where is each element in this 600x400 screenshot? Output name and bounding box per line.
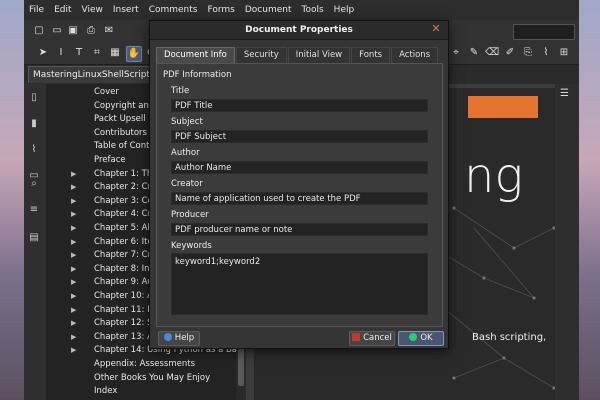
new-document-icon[interactable]: ▢ <box>32 24 46 38</box>
ok-button[interactable]: OK <box>398 331 444 346</box>
bookmark-item[interactable]: Other Books You May Enjoy <box>46 372 236 385</box>
menu-bar: File Edit View Insert Comments Forms Doc… <box>24 0 579 20</box>
expand-arrow-icon[interactable]: ▶ <box>71 317 76 330</box>
side-panel-strip: ▯ ▮ ⌇ ▭ ⌕ ≡ ▤ <box>24 84 47 400</box>
select-arrow-icon[interactable]: ➤ <box>36 46 50 60</box>
tab-initial-view[interactable]: Initial View <box>287 47 351 63</box>
bookmark-label: Preface <box>94 155 126 165</box>
eraser-icon[interactable]: ⌫ <box>485 46 499 60</box>
help-icon <box>163 333 172 341</box>
pen-icon[interactable]: ✎ <box>467 46 481 60</box>
email-icon[interactable]: ✉ <box>102 24 116 38</box>
menu-file[interactable]: File <box>24 5 49 15</box>
subject-field[interactable]: PDF Subject <box>171 130 428 143</box>
tab-document-info[interactable]: Document Info <box>156 47 235 63</box>
expand-arrow-icon[interactable]: ▶ <box>71 276 76 289</box>
title-label: Title <box>171 86 190 96</box>
cancel-icon <box>352 333 361 341</box>
check-icon <box>409 333 418 341</box>
target-icon[interactable]: ⌖ <box>449 46 463 60</box>
expand-arrow-icon[interactable]: ▶ <box>71 168 76 181</box>
cancel-button[interactable]: Cancel <box>349 331 395 346</box>
paperclip-icon[interactable]: ⌇ <box>539 46 553 60</box>
producer-field[interactable]: PDF producer name or note <box>171 223 428 236</box>
menu-forms[interactable]: Forms <box>202 5 239 15</box>
menu-help[interactable]: Help <box>329 5 360 15</box>
document-tab[interactable]: MasteringLinuxShellScripting.p <box>28 66 172 83</box>
layers-icon[interactable]: ≡ <box>28 204 40 216</box>
menu-comments[interactable]: Comments <box>144 5 203 15</box>
search-input[interactable] <box>513 24 575 40</box>
producer-label: Producer <box>171 210 209 220</box>
bookmark-label: Appendix: Assessments <box>94 359 195 369</box>
menu-tools[interactable]: Tools <box>297 5 329 15</box>
crop-icon[interactable]: ⊞ <box>557 46 571 60</box>
edit-text-icon[interactable]: T <box>72 46 86 60</box>
author-label: Author <box>171 148 200 158</box>
document-info-panel: PDF Information Title PDF Title Subject … <box>156 63 443 327</box>
title-field[interactable]: PDF Title <box>171 99 428 112</box>
attachment-icon[interactable]: ⌇ <box>28 144 40 156</box>
bookmark-label: Cover <box>94 87 119 97</box>
tab-security[interactable]: Security <box>235 47 287 63</box>
menu-document[interactable]: Document <box>240 5 297 15</box>
table-icon[interactable]: ▦ <box>108 46 122 60</box>
cover-subtitle-fragment: Bash scripting, <box>472 332 547 343</box>
open-icon[interactable]: ▭ <box>50 24 64 38</box>
menu-view[interactable]: View <box>77 5 108 15</box>
help-button[interactable]: Help <box>158 331 200 346</box>
pages-icon[interactable]: ▯ <box>28 92 40 104</box>
menu-edit[interactable]: Edit <box>49 5 76 15</box>
bookmarks-icon[interactable]: ▮ <box>28 118 40 130</box>
bookmark-item[interactable]: Index <box>46 385 236 398</box>
stamp-icon[interactable]: ⎘ <box>521 46 535 60</box>
brush-icon[interactable]: ✐ <box>503 46 517 60</box>
ok-button-label: OK <box>420 333 433 343</box>
tab-actions[interactable]: Actions <box>391 47 439 63</box>
expand-arrow-icon[interactable]: ▶ <box>71 181 76 194</box>
keywords-label: Keywords <box>171 241 212 251</box>
document-properties-dialog: Document Properties ✕ Document Info Secur… <box>149 20 449 349</box>
search-panel-icon[interactable]: ⌕ <box>28 178 40 190</box>
bookmark-label: Packt Upsell <box>94 114 146 125</box>
dialog-title: Document Properties <box>150 21 448 40</box>
expand-arrow-icon[interactable]: ▶ <box>71 331 76 344</box>
cover-title-fragment: ng <box>464 148 524 204</box>
expand-arrow-icon[interactable]: ▶ <box>71 195 76 208</box>
save-icon[interactable]: ▣ <box>66 24 80 38</box>
cancel-button-label: Cancel <box>363 333 392 343</box>
tab-fonts[interactable]: Fonts <box>351 47 391 63</box>
author-field[interactable]: Author Name <box>171 161 428 174</box>
expand-arrow-icon[interactable]: ▶ <box>71 290 76 303</box>
creator-label: Creator <box>171 179 203 189</box>
keywords-field[interactable]: keyword1;keyword2 <box>171 253 428 315</box>
expand-arrow-icon[interactable]: ▶ <box>71 208 76 221</box>
hand-tool-icon[interactable]: ✋ <box>126 46 142 62</box>
bookmark-label: Index <box>94 386 118 397</box>
help-button-label: Help <box>174 333 195 343</box>
bookmark-item[interactable]: Appendix: Assessments <box>46 358 236 371</box>
snapshot-icon[interactable]: ⌗ <box>90 46 104 60</box>
subject-label: Subject <box>171 117 203 127</box>
menu-insert[interactable]: Insert <box>108 5 144 15</box>
panel-settings-icon[interactable]: ☰ <box>560 88 574 102</box>
print-icon[interactable]: ⎙ <box>84 24 98 38</box>
expand-arrow-icon[interactable]: ▶ <box>71 344 76 357</box>
expand-arrow-icon[interactable]: ▶ <box>71 236 76 249</box>
fields-icon[interactable]: ▤ <box>28 232 40 244</box>
creator-field[interactable]: Name of application used to create the P… <box>171 192 428 205</box>
expand-arrow-icon[interactable]: ▶ <box>71 222 76 235</box>
close-icon[interactable]: ✕ <box>430 23 442 35</box>
text-select-icon[interactable]: I <box>54 46 68 60</box>
cover-orange-block <box>468 96 538 118</box>
bookmark-label: Other Books You May Enjoy <box>94 372 211 383</box>
expand-arrow-icon[interactable]: ▶ <box>71 249 76 262</box>
bookmark-label: Contributors <box>94 127 147 138</box>
dialog-tabs: Document Info Security Initial View Fonts Ac… <box>156 47 439 63</box>
right-panel: ☰ <box>555 84 579 400</box>
expand-arrow-icon[interactable]: ▶ <box>71 304 76 317</box>
section-title: PDF Information <box>163 70 232 80</box>
expand-arrow-icon[interactable]: ▶ <box>71 263 76 276</box>
